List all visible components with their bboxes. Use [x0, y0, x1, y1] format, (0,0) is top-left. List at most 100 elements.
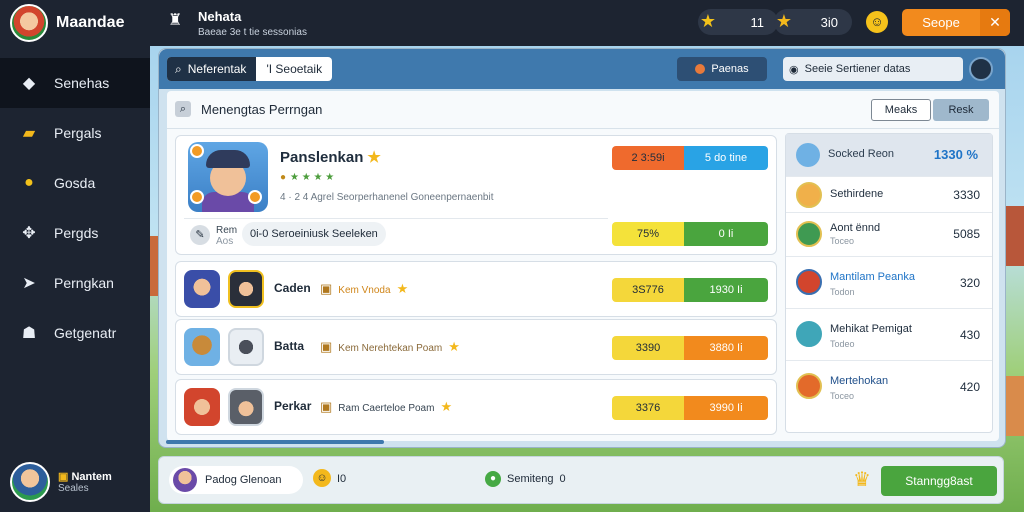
- tab-neferentak[interactable]: ⌕ Neferentak: [167, 57, 257, 81]
- row-stat-left: 3S776: [612, 278, 684, 302]
- status-value: 0: [559, 473, 566, 485]
- sidebar-nav: ◆ Senehas ▰ Pergals ● Gosda ✥ Pergds ➤ P…: [0, 58, 150, 358]
- row-stat-bar: 3S776 1930 Ii: [612, 278, 768, 302]
- stat-pill-coins[interactable]: ★ 3i0: [774, 9, 852, 35]
- main-panel: ⌕ Neferentak 'I Seoetaik Paenas ◉ Seeie S…: [158, 48, 1006, 448]
- globe-icon: ◉: [789, 63, 799, 76]
- list-item[interactable]: Batta ▣ Kem Nerehtekan Poam ★ 3390 3880 Ii: [175, 319, 777, 375]
- sidebar-item-label: Pergals: [54, 125, 102, 141]
- leaderboard-row[interactable]: Mertehokan Toceo 420: [786, 360, 992, 412]
- status-dot-icon: ●: [485, 471, 501, 487]
- stat-pill-stars[interactable]: ★ 11: [698, 9, 778, 35]
- trophy-icon[interactable]: ♜: [168, 10, 188, 34]
- close-icon[interactable]: ✕: [980, 9, 1010, 36]
- entry-name: Mantilam Peanka: [830, 271, 915, 283]
- entry-value: 320: [959, 276, 980, 290]
- bird-icon: ➤: [22, 275, 36, 292]
- avatar[interactable]: [969, 57, 993, 81]
- featured-timer-bar: 2 3:59i 5 do tine: [612, 146, 768, 170]
- sidebar-user[interactable]: ▣ Nantem Seales: [10, 462, 112, 502]
- star-icon: ★: [367, 149, 381, 166]
- sub-label: Rem Aos: [216, 225, 238, 247]
- leaderboard-title: Socked Reon: [828, 148, 895, 160]
- trophy-icon: ♛: [853, 469, 871, 491]
- avatar: [184, 388, 220, 426]
- row-stat-right: 1930 Ii: [684, 278, 768, 302]
- leaderboard-row[interactable]: Aont ënnd Toceo 5085: [786, 212, 992, 256]
- row-name: Caden: [274, 281, 311, 295]
- row-stat-bar: 3390 3880 Ii: [612, 336, 768, 360]
- sidebar-item-getgenatr[interactable]: ☗ Getgenatr: [0, 308, 150, 358]
- start-button[interactable]: Stanngg8ast: [881, 466, 997, 496]
- folder-icon: ▰: [22, 125, 36, 142]
- sub-chip[interactable]: 0i-0 Seroeiniusk Seeleken: [242, 222, 386, 246]
- user-sub: Seales: [58, 483, 89, 494]
- featured-description: 4 · 2 4 Agrel Seorperhanenel Goneenperna…: [280, 192, 494, 203]
- app-logo: [10, 4, 48, 42]
- top-cta-button[interactable]: Seope ✕: [902, 9, 1010, 36]
- globe-icon: [796, 143, 820, 167]
- leaderboard-panel: Socked Reon 1330 % Sethirdene 3330 Aont …: [785, 133, 993, 433]
- entry-name: Mehikat Pemigat: [830, 323, 912, 335]
- sidebar-item-senehas[interactable]: ◆ Senehas: [0, 58, 150, 108]
- reset-button[interactable]: Resk: [933, 99, 989, 121]
- leaderboard-row[interactable]: Sethirdene 3330: [786, 176, 992, 212]
- avatar: [796, 221, 822, 247]
- featured-card[interactable]: Panslenkan ★ ● ★ ★ ★ ★ 4 · 2 4 Agrel Seorp…: [175, 135, 777, 255]
- row-tag: ▣ Ram Caerteloe Poam ★: [320, 399, 453, 414]
- avatar: [184, 270, 220, 308]
- chest-icon: ▣: [320, 399, 333, 414]
- player-chip[interactable]: Padog Glenoan: [169, 466, 303, 494]
- progress-label: 0 Ii: [684, 222, 768, 246]
- entry-sub: Todeo: [830, 339, 855, 349]
- star-badge-icon: ★: [775, 10, 793, 31]
- avatar: [796, 321, 822, 347]
- chest-icon: ▣: [320, 281, 333, 296]
- panel-tab-bar: ⌕ Neferentak 'I Seoetaik Paenas ◉ Seeie S…: [159, 49, 1005, 89]
- search-field[interactable]: ◉ Seeie Sertiener datas: [783, 57, 963, 81]
- sidebar-item-pergals[interactable]: ▰ Pergals: [0, 108, 150, 158]
- tab-seoetaik[interactable]: 'I Seoetaik: [256, 57, 332, 81]
- sidebar-item-label: Perngkan: [54, 275, 114, 291]
- timer-value: 2 3:59i: [612, 146, 684, 170]
- content-title: Menengtas Perrngan: [201, 102, 323, 117]
- avatar: [796, 182, 822, 208]
- coin-icon: ☺: [313, 469, 331, 487]
- leaderboard-row[interactable]: Mantilam Peanka Todon 320: [786, 256, 992, 308]
- entry-value: 3330: [953, 188, 980, 202]
- sidebar-item-perngkan[interactable]: ➤ Perngkan: [0, 258, 150, 308]
- row-tag: ▣ Kem Vnoda ★: [320, 281, 409, 296]
- entry-name: Sethirdene: [830, 188, 884, 200]
- record-icon: [695, 64, 706, 74]
- status-label: Semiteng: [507, 473, 554, 485]
- avatar: [228, 328, 264, 366]
- avatar: [184, 328, 220, 366]
- scroll-indicator[interactable]: [166, 440, 384, 444]
- page-title: Nehata: [198, 9, 242, 24]
- search-icon: ⌕: [175, 62, 182, 76]
- list-item[interactable]: Perkar ▣ Ram Caerteloe Poam ★ 3376 3990 Ii: [175, 379, 777, 435]
- bottom-bar: Padog Glenoan ☺ I0 ● Semiteng 0 ♛ Stanng…: [158, 456, 1004, 504]
- sidebar-item-pergds[interactable]: ✥ Pergds: [0, 208, 150, 258]
- avatar: [796, 269, 822, 295]
- featured-sub-row: ✎ Rem Aos 0i-0 Seroeiniusk Seeleken: [184, 218, 608, 248]
- sidebar-item-label: Senehas: [54, 75, 110, 91]
- search-icon: ⌕: [175, 101, 191, 117]
- sidebar-item-gosda[interactable]: ● Gosda: [0, 158, 150, 208]
- star-icon: ★: [440, 399, 453, 414]
- stat-value: 3i0: [820, 14, 838, 30]
- medal-icon: ●: [280, 172, 287, 183]
- brand[interactable]: Maandae: [10, 4, 124, 42]
- avatar: [173, 468, 197, 492]
- paenas-button[interactable]: Paenas: [677, 57, 767, 81]
- entry-value: 430: [959, 328, 980, 342]
- leaderboard-row[interactable]: Mehikat Pemigat Todeo 430: [786, 308, 992, 360]
- mode-button[interactable]: Meaks: [871, 99, 931, 121]
- star-icon: ★: [396, 281, 409, 296]
- list-item[interactable]: Caden ▣ Kem Vnoda ★ 3S776 1930 Ii: [175, 261, 777, 317]
- emote-icon[interactable]: ☺: [866, 11, 888, 33]
- player-chip-label: Padog Glenoan: [205, 474, 282, 486]
- row-stat-bar: 3376 3990 Ii: [612, 396, 768, 420]
- row-stat-right: 3880 Ii: [684, 336, 768, 360]
- app-name: Maandae: [56, 14, 125, 31]
